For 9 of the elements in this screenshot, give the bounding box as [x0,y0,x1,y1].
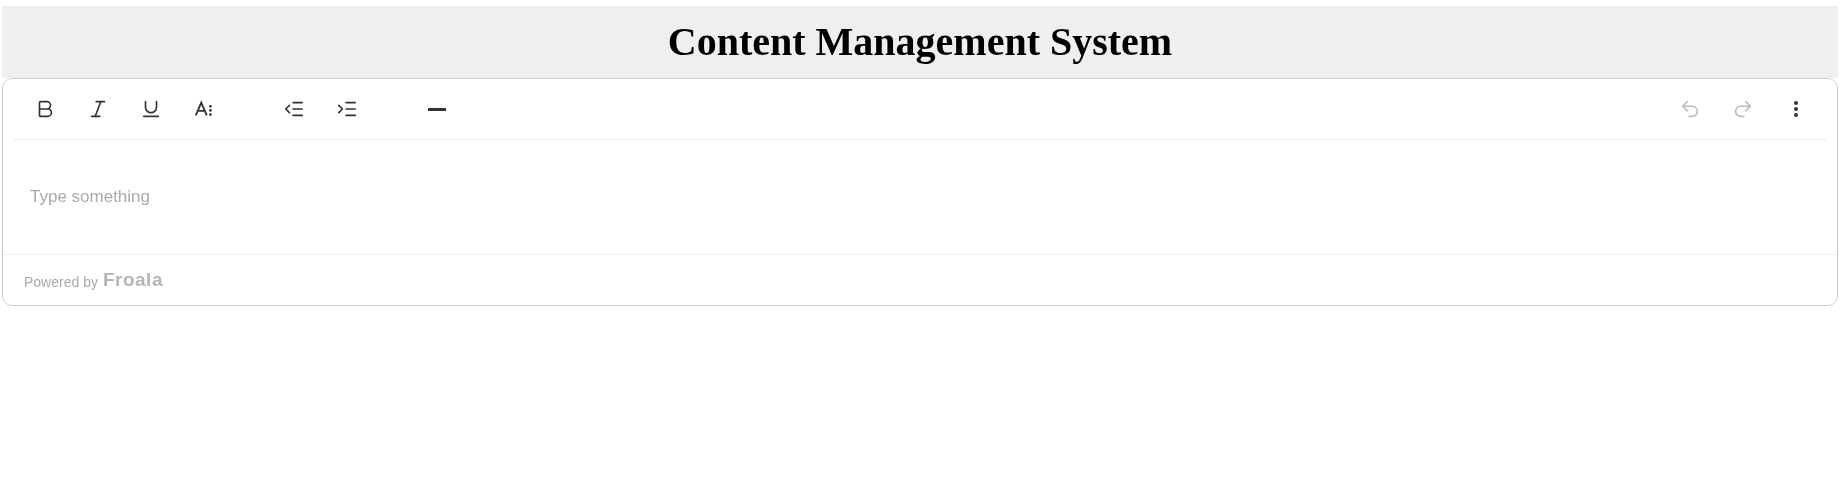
more-icon [1794,101,1798,117]
underline-icon [140,98,162,120]
editor-field[interactable]: Type something [30,184,1810,210]
page-title: Content Management System [667,18,1173,66]
froala-link[interactable]: Froala [102,265,163,295]
horizontal-line-icon [428,107,446,111]
powered-by-label: Powered by [24,272,98,292]
undo-icon [1679,98,1701,120]
redo-icon [1732,98,1754,120]
